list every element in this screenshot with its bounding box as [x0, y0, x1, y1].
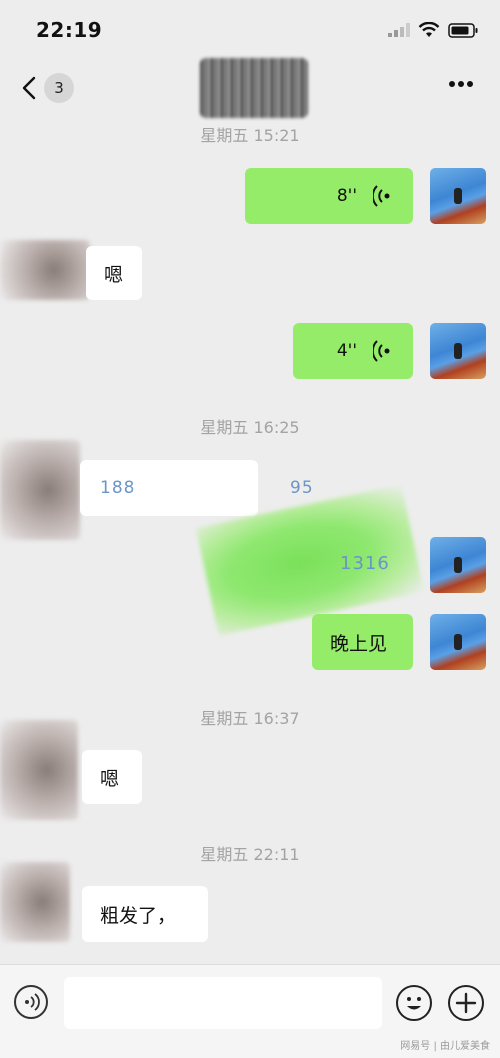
message-text: 1316	[340, 553, 390, 574]
signal-icon	[388, 23, 410, 37]
message-text: 晚上见	[330, 632, 388, 655]
message-text: 嗯	[100, 767, 120, 790]
more-horizontal-icon[interactable]	[448, 80, 474, 88]
avatar-other[interactable]	[0, 240, 90, 300]
redaction-scribble	[136, 466, 246, 510]
voice-wave-icon	[373, 340, 390, 362]
text-message-bubble[interactable]: 晚上见	[312, 614, 413, 670]
plus-icon[interactable]	[448, 985, 484, 1021]
text-message-bubble[interactable]: 嗯	[86, 246, 142, 300]
avatar-self[interactable]	[430, 168, 486, 224]
time-label: 星期五 16:25	[200, 418, 300, 437]
voice-duration: 4''	[336, 341, 357, 361]
text-message-bubble[interactable]: 粗发了，	[82, 886, 208, 942]
status-icons	[388, 22, 478, 38]
message-text-part: 188	[100, 478, 136, 498]
status-time: 22:19	[36, 18, 103, 42]
avatar-self[interactable]	[430, 614, 486, 670]
chat-title-redacted	[200, 58, 308, 118]
message-text: 嗯	[104, 263, 124, 286]
message-text-part: 95	[290, 478, 314, 498]
chat-header: 3	[0, 58, 500, 118]
time-label: 星期五 15:21	[200, 126, 300, 145]
text-message-bubble[interactable]: 嗯	[82, 750, 142, 804]
time-label: 星期五 22:11	[200, 845, 300, 864]
chevron-left-icon[interactable]	[20, 76, 38, 100]
text-message-bubble[interactable]: 188 95	[80, 460, 313, 516]
voice-message-bubble[interactable]: 8''	[245, 168, 413, 224]
avatar-self[interactable]	[430, 323, 486, 379]
wifi-icon	[418, 22, 440, 37]
message-text: 粗发了，	[100, 904, 177, 927]
watermark: 网易号 | 由儿爱美食	[400, 1041, 490, 1052]
voice-duration: 8''	[336, 186, 357, 206]
input-bar: 网易号 | 由儿爱美食	[0, 964, 500, 1058]
voice-message-bubble[interactable]: 4''	[293, 323, 413, 379]
avatar-other[interactable]	[0, 440, 80, 540]
avatar-other[interactable]	[0, 862, 70, 942]
unread-badge[interactable]: 3	[44, 73, 74, 103]
avatar-self[interactable]	[430, 537, 486, 593]
emoji-icon[interactable]	[396, 985, 432, 1021]
avatar-other[interactable]	[0, 720, 78, 820]
battery-icon	[448, 22, 478, 38]
voice-input-icon[interactable]	[14, 985, 48, 1019]
voice-wave-icon	[373, 185, 390, 207]
status-bar: 22:19	[0, 0, 500, 58]
message-input[interactable]	[64, 977, 382, 1029]
